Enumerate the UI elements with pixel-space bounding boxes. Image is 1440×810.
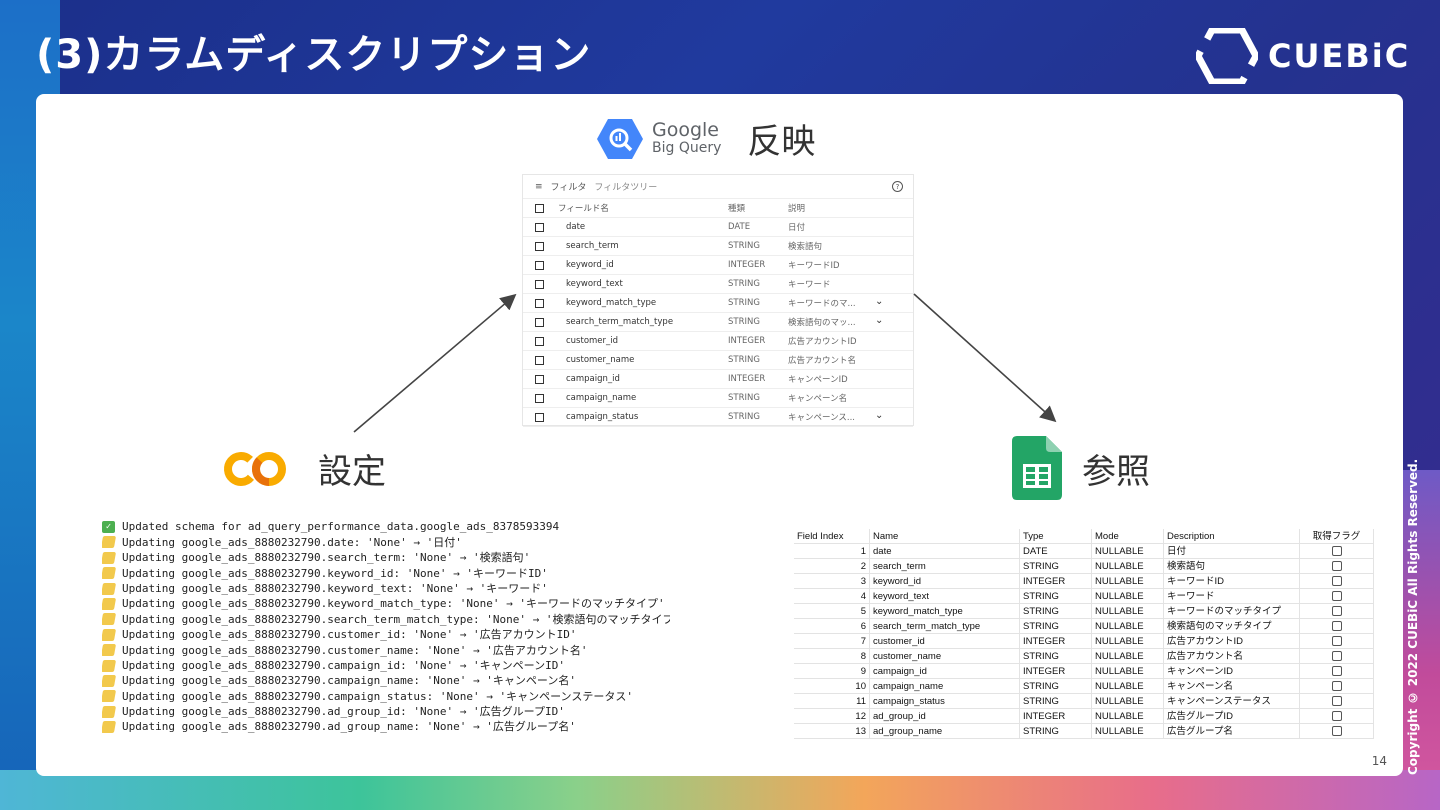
arrow-colab-to-bigquery <box>353 293 517 433</box>
copyright-text: Copyright © 2022 CUEBiC All Rights Reser… <box>1406 458 1420 775</box>
cuebic-logo: CUEBiC <box>1196 28 1410 84</box>
arrow-bigquery-to-sheets <box>913 293 1057 423</box>
logo-text: CUEBiC <box>1268 37 1411 75</box>
cuebic-logo-icon <box>1196 28 1258 84</box>
slide-title: (3)カラムディスクリプション <box>36 32 592 78</box>
content-card: Google Big Query 反映 ≡ フィルタ フィルタツリー ? フィー… <box>36 94 1403 776</box>
page-number: 14 <box>1371 754 1387 768</box>
flow-arrows <box>353 293 1057 433</box>
background-bottom-band <box>0 770 1440 810</box>
